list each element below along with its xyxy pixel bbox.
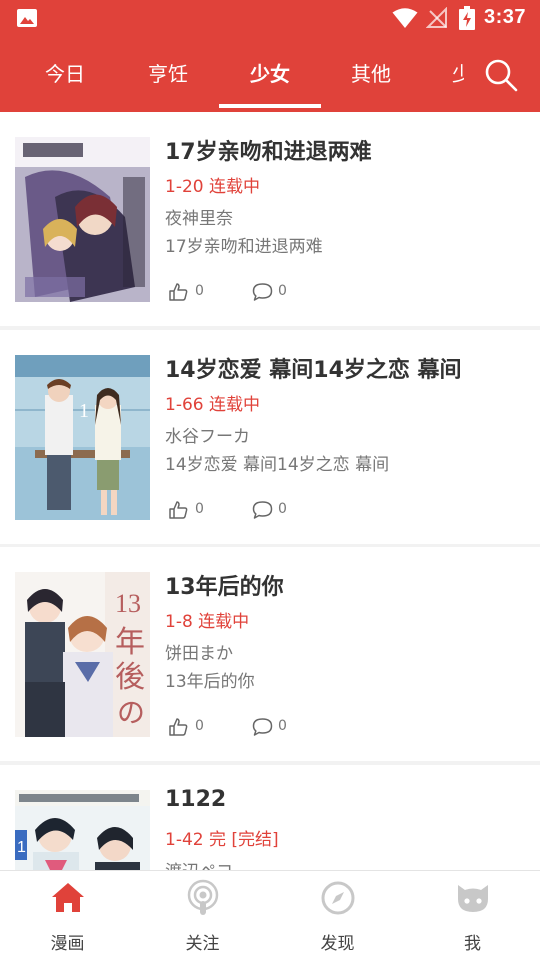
svg-text:後: 後 — [115, 660, 145, 695]
nav-label: 我 — [464, 934, 481, 954]
tab-other[interactable]: 其他 — [320, 36, 422, 112]
svg-text:13: 13 — [115, 589, 141, 618]
chapter-status: 1-42 完 [完结] — [165, 830, 279, 850]
comic-cover: 1 — [15, 790, 150, 870]
like-icon[interactable] — [168, 282, 188, 302]
chapter-status: 1-66 连载中 — [165, 395, 260, 415]
list-item[interactable]: 1 14岁恋爱 幕间14岁之恋 幕间 1-66 连载中 水谷フーカ 14岁恋爱 … — [0, 330, 540, 544]
image-icon — [17, 9, 37, 27]
nav-label: 漫画 — [50, 934, 85, 954]
comment-icon[interactable] — [252, 282, 273, 302]
github-cat-icon — [458, 885, 488, 912]
comic-author: 水谷フーカ — [165, 427, 250, 447]
comic-description: 17岁亲吻和进退两难 — [165, 237, 323, 257]
comment-count: 0 — [278, 283, 287, 299]
podcast-icon — [187, 879, 219, 915]
comic-title: 17岁亲吻和进退两难 — [165, 140, 372, 165]
nav-follow[interactable]: 关注 — [135, 871, 270, 960]
comment-icon[interactable] — [252, 717, 273, 737]
tab-shounen[interactable]: 少 — [424, 36, 464, 112]
search-icon[interactable] — [480, 54, 522, 96]
active-tab-indicator — [219, 104, 321, 108]
comment-count: 0 — [278, 718, 287, 734]
like-icon[interactable] — [168, 717, 188, 737]
nav-label: 发现 — [320, 934, 355, 954]
like-icon[interactable] — [168, 500, 188, 520]
comic-author: 夜神里奈 — [165, 209, 233, 229]
comic-cover: 13 年 後 の — [15, 572, 150, 737]
nav-discover[interactable]: 发现 — [270, 871, 405, 960]
chapter-status: 1-8 连载中 — [165, 612, 250, 632]
category-tabs: 今日 亨饪 少女 其他 少 — [0, 36, 540, 112]
comic-author: 渡辺ペコ — [165, 857, 233, 870]
like-count: 0 — [195, 501, 204, 517]
comic-description: 14岁恋爱 幕间14岁之恋 幕间 — [165, 455, 390, 475]
svg-text:の: の — [117, 696, 145, 729]
clock: 3:37 — [484, 6, 527, 28]
wifi-icon — [392, 8, 418, 28]
like-count: 0 — [195, 283, 204, 299]
comment-count: 0 — [278, 501, 287, 517]
tab-cooking[interactable]: 亨饪 — [117, 36, 219, 112]
svg-text:1: 1 — [17, 839, 26, 856]
svg-text:年: 年 — [115, 625, 145, 660]
like-count: 0 — [195, 718, 204, 734]
nav-me[interactable]: 我 — [405, 871, 540, 960]
no-signal-icon — [426, 7, 447, 28]
bottom-navigation: 漫画 关注 发现 我 — [0, 870, 540, 960]
comic-list: 17岁亲吻和进退两难 1-20 连载中 夜神里奈 17岁亲吻和进退两难 0 0 — [0, 112, 540, 870]
comic-cover: 1 — [15, 355, 150, 520]
list-item[interactable]: 17岁亲吻和进退两难 1-20 连载中 夜神里奈 17岁亲吻和进退两难 0 0 — [0, 112, 540, 326]
comic-description: 13年后的你 — [165, 672, 255, 692]
comic-title: 1122 — [165, 787, 227, 812]
list-item[interactable]: 1 1122 1-42 完 [完结] 渡辺ペコ — [0, 765, 540, 870]
list-item[interactable]: 13 年 後 の 13年后的你 1-8 连载中 饼田まか 13年后的你 0 0 — [0, 547, 540, 761]
battery-charging-icon — [459, 6, 475, 30]
tab-today[interactable]: 今日 — [14, 36, 116, 112]
comment-icon[interactable] — [252, 500, 273, 520]
comic-author: 饼田まか — [165, 644, 233, 664]
comic-title: 13年后的你 — [165, 575, 284, 600]
nav-comics[interactable]: 漫画 — [0, 871, 135, 960]
comic-title: 14岁恋爱 幕间14岁之恋 幕间 — [165, 358, 462, 383]
compass-icon — [321, 881, 355, 915]
nav-label: 关注 — [185, 934, 220, 954]
chapter-status: 1-20 连载中 — [165, 177, 260, 197]
home-icon — [52, 883, 84, 912]
comic-cover — [15, 137, 150, 302]
tab-shoujo[interactable]: 少女 — [219, 36, 321, 112]
svg-text:1: 1 — [79, 400, 89, 422]
status-bar: 3:37 — [0, 0, 540, 36]
